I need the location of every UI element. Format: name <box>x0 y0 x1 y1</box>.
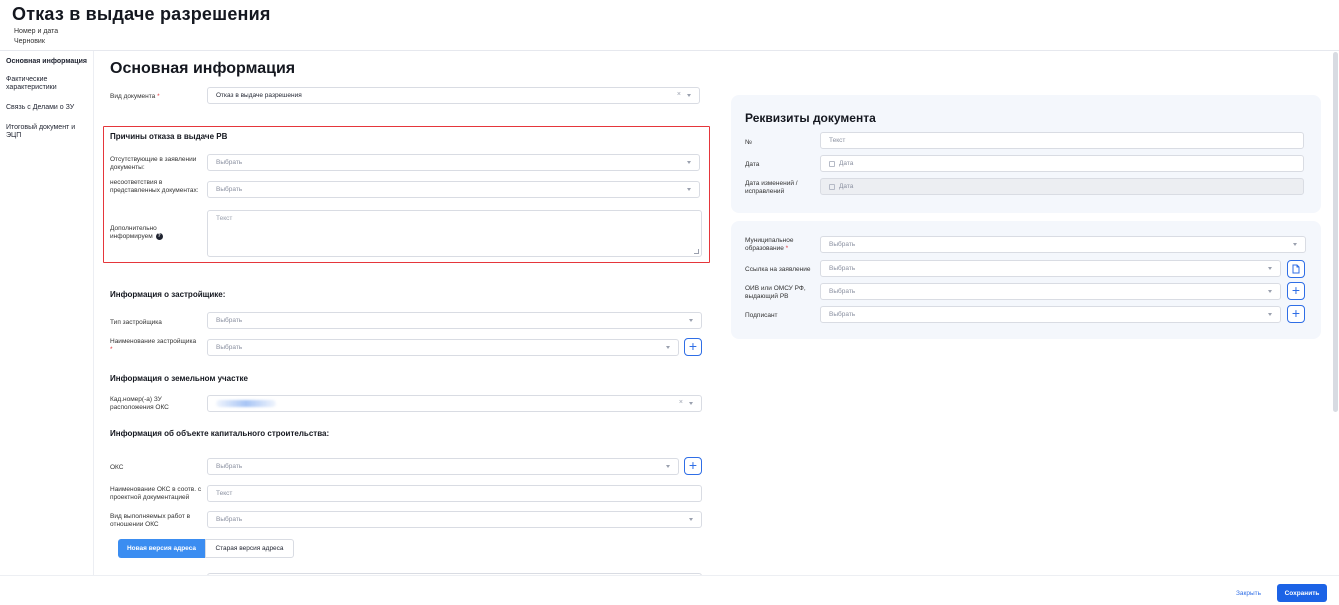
oks-name-placeholder: Текст <box>216 490 233 497</box>
land-section-title: Информация о земельном участке <box>110 374 248 383</box>
oks-section-title: Информация об объекте капитального строи… <box>110 429 330 438</box>
works-placeholder: Выбрать <box>216 516 243 523</box>
header-divider <box>0 50 1339 51</box>
mismatch-select[interactable]: Выбрать <box>207 181 700 198</box>
doc-number-label: № <box>745 139 752 146</box>
tab-new-address[interactable]: Новая версия адреса <box>118 539 205 558</box>
developer-section-title: Информация о застройщике: <box>110 290 226 299</box>
municipal-select[interactable]: Выбрать <box>820 236 1306 253</box>
clear-icon[interactable]: × <box>679 399 683 406</box>
signer-placeholder: Выбрать <box>829 311 856 318</box>
chevron-down-icon <box>1293 243 1297 246</box>
footer-bar <box>0 575 1339 605</box>
developer-name-placeholder: Выбрать <box>216 344 243 351</box>
calendar-icon <box>829 183 835 190</box>
developer-name-label: Наименование застройщика * <box>110 338 197 353</box>
application-link-label: Ссылка на заявление <box>745 266 811 273</box>
requisites-title: Реквизиты документа <box>745 111 876 125</box>
chevron-down-icon <box>687 94 691 97</box>
chevron-down-icon <box>689 319 693 322</box>
oks-select[interactable]: Выбрать <box>207 458 679 475</box>
chevron-down-icon <box>687 161 691 164</box>
missing-docs-select[interactable]: Выбрать <box>207 154 700 171</box>
doc-type-value: Отказ в выдаче разрешения <box>216 92 302 99</box>
works-select[interactable]: Выбрать <box>207 511 702 528</box>
number-date-label: Номер и дата <box>14 28 59 35</box>
application-link-placeholder: Выбрать <box>829 265 856 272</box>
additional-label: Дополнительно информируем? <box>110 225 163 240</box>
additional-placeholder: Текст <box>216 215 233 222</box>
oiv-label: ОИВ или ОМСУ РФ, выдающий РВ <box>745 285 806 300</box>
chevron-down-icon <box>1268 313 1272 316</box>
missing-docs-label: Отсутствующие в заявлении документы: <box>110 156 197 171</box>
add-developer-button[interactable]: + <box>684 338 702 356</box>
additional-textarea[interactable]: Текст <box>207 210 702 257</box>
save-button[interactable]: Сохранить <box>1277 584 1327 602</box>
sidebar-item-main-info[interactable]: Основная информация <box>6 58 90 66</box>
add-oks-button[interactable]: + <box>684 457 702 475</box>
change-date-input: Дата <box>820 178 1304 195</box>
clear-icon[interactable]: × <box>677 91 681 98</box>
page-scrollbar[interactable] <box>1333 52 1338 412</box>
doc-date-placeholder: Дата <box>839 160 854 167</box>
chevron-down-icon <box>666 465 670 468</box>
section-title: Основная информация <box>110 60 296 77</box>
signer-select[interactable]: Выбрать <box>820 306 1281 323</box>
chevron-down-icon <box>1268 267 1272 270</box>
developer-type-label: Тип застройщика <box>110 319 162 326</box>
add-signer-button[interactable]: + <box>1287 305 1305 323</box>
redacted-value <box>216 400 276 407</box>
change-date-placeholder: Дата <box>839 183 854 190</box>
open-application-button[interactable] <box>1287 260 1305 278</box>
status-label: Черновик <box>14 38 45 45</box>
tab-old-address[interactable]: Старая версия адреса <box>205 539 294 558</box>
oks-label: ОКС <box>110 464 124 471</box>
doc-type-label: Вид документа * <box>110 93 160 100</box>
cad-number-label: Кад.номер(-а) ЗУ расположения ОКС <box>110 396 169 411</box>
oks-name-input[interactable]: Текст <box>207 485 702 502</box>
chevron-down-icon <box>1268 290 1272 293</box>
oiv-select[interactable]: Выбрать <box>820 283 1281 300</box>
calendar-icon <box>829 160 835 167</box>
resize-handle-icon[interactable] <box>694 249 699 254</box>
developer-type-placeholder: Выбрать <box>216 317 243 324</box>
oks-placeholder: Выбрать <box>216 463 243 470</box>
document-icon <box>1292 264 1300 274</box>
chevron-down-icon <box>689 518 693 521</box>
close-button[interactable]: Закрыть <box>1236 590 1261 597</box>
signer-label: Подписант <box>745 312 778 319</box>
municipal-label: Муниципальное образование * <box>745 237 794 252</box>
chevron-down-icon <box>666 346 670 349</box>
help-icon[interactable]: ? <box>155 232 163 240</box>
sidebar-item-final-doc[interactable]: Итоговый документ и ЭЦП <box>6 124 90 140</box>
developer-type-select[interactable]: Выбрать <box>207 312 702 329</box>
change-date-label: Дата изменений / исправлений <box>745 180 798 195</box>
doc-number-placeholder: Текст <box>829 137 846 144</box>
works-label: Вид выполняемых работ в отношении ОКС <box>110 513 191 528</box>
sidebar-item-land-cases[interactable]: Связь с Делами о ЗУ <box>6 104 90 112</box>
oks-name-label: Наименование ОКС в соотв. с проектной до… <box>110 486 202 501</box>
sidebar-item-characteristics[interactable]: Фактические характеристики <box>6 76 90 92</box>
missing-docs-placeholder: Выбрать <box>216 159 243 166</box>
doc-number-input[interactable]: Текст <box>820 132 1304 149</box>
sidebar-divider <box>93 51 94 581</box>
refusal-section-title: Причины отказа в выдаче РВ <box>110 132 228 141</box>
doc-date-label: Дата <box>745 161 760 168</box>
chevron-down-icon <box>689 402 693 405</box>
municipal-placeholder: Выбрать <box>829 241 856 248</box>
mismatch-placeholder: Выбрать <box>216 186 243 193</box>
page-title: Отказ в выдаче разрешения <box>12 4 271 24</box>
oiv-placeholder: Выбрать <box>829 288 856 295</box>
doc-date-input[interactable]: Дата <box>820 155 1304 172</box>
doc-type-select[interactable]: Отказ в выдаче разрешения × <box>207 87 700 104</box>
developer-name-select[interactable]: Выбрать <box>207 339 679 356</box>
cad-number-select[interactable]: × <box>207 395 702 412</box>
chevron-down-icon <box>687 188 691 191</box>
mismatch-label: несоответствия в представленных документ… <box>110 179 199 194</box>
add-oiv-button[interactable]: + <box>1287 282 1305 300</box>
application-link-select[interactable]: Выбрать <box>820 260 1281 277</box>
